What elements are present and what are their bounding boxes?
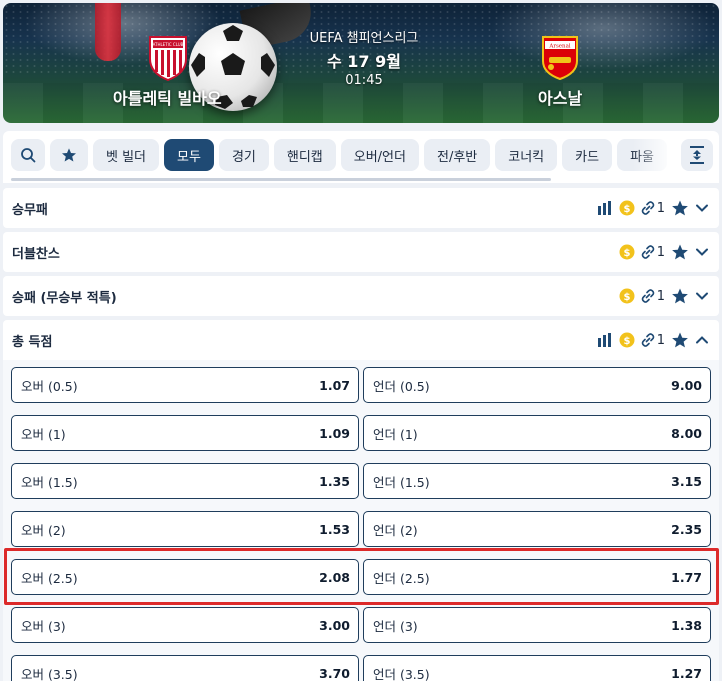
- svg-text:$: $: [623, 204, 630, 215]
- favorite-star-icon[interactable]: [671, 199, 689, 217]
- match-time: 01:45: [345, 73, 383, 88]
- market-tools: $ 1: [597, 320, 709, 360]
- star-icon: [62, 148, 76, 162]
- odd-over-2[interactable]: 오버 (2) 1.53: [11, 511, 359, 547]
- odd-under-1[interactable]: 언더 (1) 8.00: [363, 415, 711, 451]
- odd-under-3[interactable]: 언더 (3) 1.38: [363, 607, 711, 643]
- filter-chip-match[interactable]: 경기: [218, 139, 269, 171]
- cashout-coin-icon: $: [619, 332, 635, 348]
- competition-name: UEFA 챔피언스리그: [309, 31, 419, 46]
- filter-chips: 벳 빌더 모두 경기 핸디캡 오버/언더 전/후반 코너킥 카드 파울 선수: [11, 139, 671, 171]
- pitch: [3, 83, 719, 123]
- favorite-star-icon[interactable]: [671, 331, 689, 349]
- odd-over-1-5[interactable]: 오버 (1.5) 1.35: [11, 463, 359, 499]
- odd-under-2-5[interactable]: 언더 (2.5) 1.77: [363, 559, 711, 595]
- bet-builder-link-count: 1: [641, 245, 665, 260]
- market-tools: $ 1: [597, 188, 709, 228]
- stats-icon[interactable]: [597, 201, 613, 215]
- odd-under-3-5[interactable]: 언더 (3.5) 1.27: [363, 655, 711, 681]
- market-tools: $ 1: [619, 232, 709, 272]
- favorite-star-icon[interactable]: [671, 287, 689, 305]
- chevron-up-icon[interactable]: [695, 333, 709, 347]
- odd-under-0-5[interactable]: 언더 (0.5) 9.00: [363, 367, 711, 403]
- link-icon: [641, 201, 655, 215]
- bet-builder-link-count: 1: [641, 201, 665, 216]
- svg-text:$: $: [623, 336, 630, 347]
- filter-chip-bet-builder[interactable]: 벳 빌더: [93, 139, 160, 171]
- svg-text:$: $: [623, 292, 630, 303]
- odd-over-1[interactable]: 오버 (1) 1.09: [11, 415, 359, 451]
- filter-chip-handicap[interactable]: 핸디캡: [273, 139, 336, 171]
- match-header: ATHLETIC CLUB Arsenal UEFA 챔피언스리그 수 17 9…: [3, 3, 719, 123]
- filter-chip-all[interactable]: 모두: [164, 139, 214, 171]
- odd-over-2-5[interactable]: 오버 (2.5) 2.08: [11, 559, 359, 595]
- cashout-coin-icon: $: [619, 288, 635, 304]
- market-title: 승패 (무승부 적특): [12, 290, 117, 306]
- collapse-all-icon: [690, 146, 704, 164]
- odd-under-2[interactable]: 언더 (2) 2.35: [363, 511, 711, 547]
- market-filter-bar: 벳 빌더 모두 경기 핸디캡 오버/언더 전/후반 코너킥 카드 파울 선수: [3, 131, 719, 183]
- market-title: 승무패: [12, 202, 48, 218]
- link-icon: [641, 289, 655, 303]
- market-tools: $ 1: [619, 276, 709, 316]
- chevron-down-icon[interactable]: [695, 245, 709, 259]
- market-header-draw-no-bet[interactable]: 승패 (무승부 적특) $ 1: [3, 276, 719, 316]
- match-date: 수 17 9월: [327, 52, 401, 71]
- odd-over-3-5[interactable]: 오버 (3.5) 3.70: [11, 655, 359, 681]
- link-icon: [641, 245, 655, 259]
- chevron-down-icon[interactable]: [695, 289, 709, 303]
- bet-builder-link-count: 1: [641, 289, 665, 304]
- away-team-name: 아스날: [538, 89, 583, 108]
- collapse-all-button[interactable]: [681, 139, 713, 171]
- market-header-match-result[interactable]: 승무패 $ 1: [3, 188, 719, 228]
- odd-over-0-5[interactable]: 오버 (0.5) 1.07: [11, 367, 359, 403]
- cashout-coin-icon: $: [619, 200, 635, 216]
- market-header-double-chance[interactable]: 더블찬스 $ 1: [3, 232, 719, 272]
- bet-builder-link-count: 1: [641, 333, 665, 348]
- odd-over-3[interactable]: 오버 (3) 3.00: [11, 607, 359, 643]
- filter-chip-over-under[interactable]: 오버/언더: [340, 139, 419, 171]
- market-title: 더블찬스: [12, 246, 60, 262]
- filter-scrollbar[interactable]: [11, 178, 551, 181]
- stats-icon[interactable]: [597, 333, 613, 347]
- search-button[interactable]: [11, 139, 45, 171]
- market-title: 총 득점: [12, 334, 53, 350]
- home-team-name: 아틀레틱 빌바오: [113, 89, 222, 108]
- chevron-down-icon[interactable]: [695, 201, 709, 215]
- favorite-star-icon[interactable]: [671, 243, 689, 261]
- svg-text:$: $: [623, 248, 630, 259]
- favorites-filter-button[interactable]: [50, 139, 88, 171]
- market-header-total-goals[interactable]: 총 득점 $ 1: [3, 320, 719, 360]
- link-icon: [641, 333, 655, 347]
- odd-under-1-5[interactable]: 언더 (1.5) 3.15: [363, 463, 711, 499]
- cashout-coin-icon: $: [619, 244, 635, 260]
- filter-chip-halves[interactable]: 전/후반: [423, 139, 491, 171]
- scroll-fade: [633, 139, 675, 171]
- filter-chip-corners[interactable]: 코너킥: [495, 139, 558, 171]
- filter-chip-cards[interactable]: 카드: [562, 139, 613, 171]
- search-icon: [21, 148, 36, 163]
